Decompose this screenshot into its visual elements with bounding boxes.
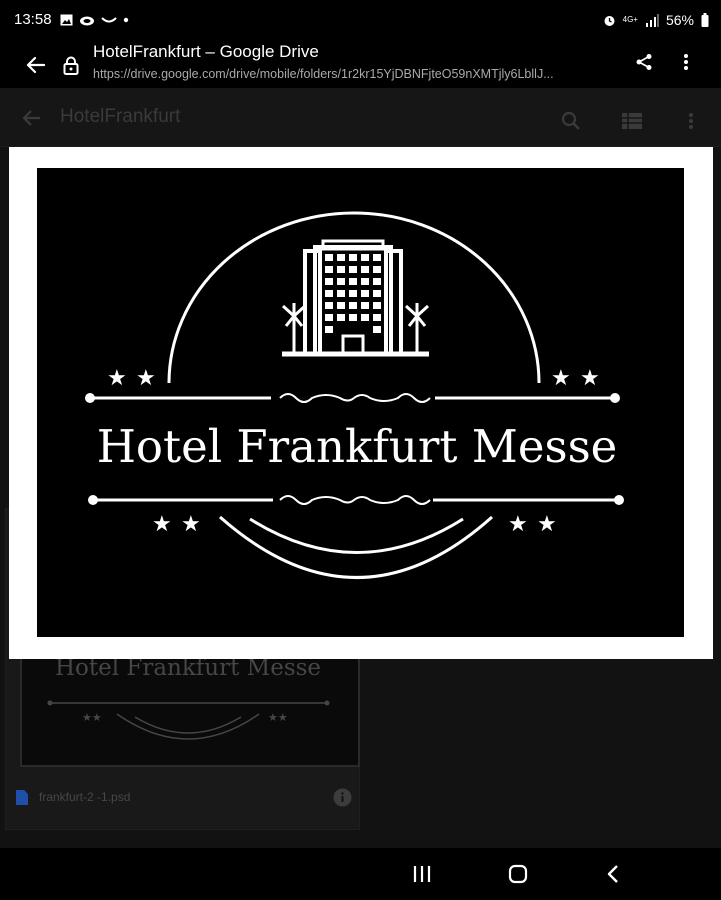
stars-top: ★ ★ ★ ★ xyxy=(107,366,600,391)
file-name: frankfurt-2 -1.psd xyxy=(39,790,131,804)
drive-search-button[interactable] xyxy=(558,108,584,134)
logo-bottom-arc-inner xyxy=(249,517,464,554)
battery-icon xyxy=(701,13,709,27)
svg-text:★: ★ xyxy=(508,512,528,537)
document-icon xyxy=(16,789,28,805)
image-preview[interactable]: ★ ★ ★ ★ Hotel Frankfurt Messe ★ ★ ★ ★ xyxy=(9,147,713,659)
building-icon xyxy=(282,239,429,357)
alarm-icon xyxy=(604,15,615,26)
battery-level: 56% xyxy=(665,12,694,28)
recent-apps-button[interactable] xyxy=(405,860,439,888)
status-icons-right: 4G+ 56% xyxy=(603,11,709,29)
site-security-button[interactable] xyxy=(58,50,84,80)
palm-tree-left-icon xyxy=(281,303,307,354)
svg-text:★: ★ xyxy=(580,366,600,391)
svg-text:★: ★ xyxy=(181,512,201,537)
divider-top xyxy=(90,393,615,403)
info-icon xyxy=(333,788,351,806)
svg-text:★★: ★★ xyxy=(82,712,102,724)
whatsapp-icon xyxy=(101,17,117,23)
hotel-logo: ★ ★ ★ ★ Hotel Frankfurt Messe ★ ★ ★ ★ xyxy=(85,211,624,579)
svg-text:★: ★ xyxy=(107,366,127,391)
home-button[interactable] xyxy=(501,860,535,888)
browser-toolbar: HotelFrankfurt – Google Drive https://dr… xyxy=(0,40,721,88)
url-bar[interactable]: https://drive.google.com/drive/mobile/fo… xyxy=(93,67,618,81)
divider-bottom xyxy=(93,495,619,505)
logo-arc xyxy=(167,211,541,384)
more-vert-icon xyxy=(689,113,693,129)
logo-image: ★ ★ ★ ★ Hotel Frankfurt Messe ★ ★ ★ ★ xyxy=(37,168,684,637)
stars-bottom: ★ ★ ★ ★ xyxy=(152,512,557,537)
logo-title: Hotel Frankfurt Messe xyxy=(97,420,618,473)
svg-text:★: ★ xyxy=(537,512,557,537)
svg-text:★: ★ xyxy=(551,366,571,391)
share-button[interactable] xyxy=(630,48,658,76)
system-nav-bar xyxy=(0,848,721,900)
signal-icon xyxy=(645,13,659,27)
file-card-footer: frankfurt-2 -1.psd xyxy=(6,777,359,817)
palm-tree-right-icon xyxy=(404,303,430,354)
drive-menu-button[interactable] xyxy=(680,108,702,134)
file-info-button[interactable] xyxy=(332,787,352,807)
svg-text:★★: ★★ xyxy=(268,712,288,724)
nav-back-button[interactable] xyxy=(598,860,628,888)
drive-toolbar: HotelFrankfurt xyxy=(0,88,721,147)
dot-icon xyxy=(123,17,129,23)
arrow-back-icon xyxy=(26,56,45,74)
network-type: 4G+ xyxy=(622,15,638,24)
back-icon xyxy=(607,865,618,883)
status-bar: 13:58 4G+ 56% xyxy=(0,0,721,40)
browser-menu-button[interactable] xyxy=(674,48,698,76)
list-view-button[interactable] xyxy=(618,108,646,134)
recent-apps-icon xyxy=(413,866,431,882)
drive-back-button[interactable] xyxy=(18,106,44,130)
gallery-icon xyxy=(60,14,73,26)
lock-icon xyxy=(63,56,79,75)
more-vert-icon xyxy=(684,54,688,70)
status-icons-left xyxy=(60,11,129,29)
search-icon xyxy=(561,111,580,130)
share-icon xyxy=(636,54,652,70)
cloud-icon xyxy=(80,16,94,26)
home-icon xyxy=(508,864,528,884)
folder-title: HotelFrankfurt xyxy=(60,106,181,127)
list-view-icon xyxy=(622,113,642,129)
page-title: HotelFrankfurt – Google Drive xyxy=(93,42,319,61)
arrow-back-icon xyxy=(22,110,40,126)
browser-back-button[interactable] xyxy=(20,50,50,80)
svg-text:★: ★ xyxy=(136,366,156,391)
status-time: 13:58 xyxy=(14,11,52,28)
svg-text:★: ★ xyxy=(152,512,172,537)
